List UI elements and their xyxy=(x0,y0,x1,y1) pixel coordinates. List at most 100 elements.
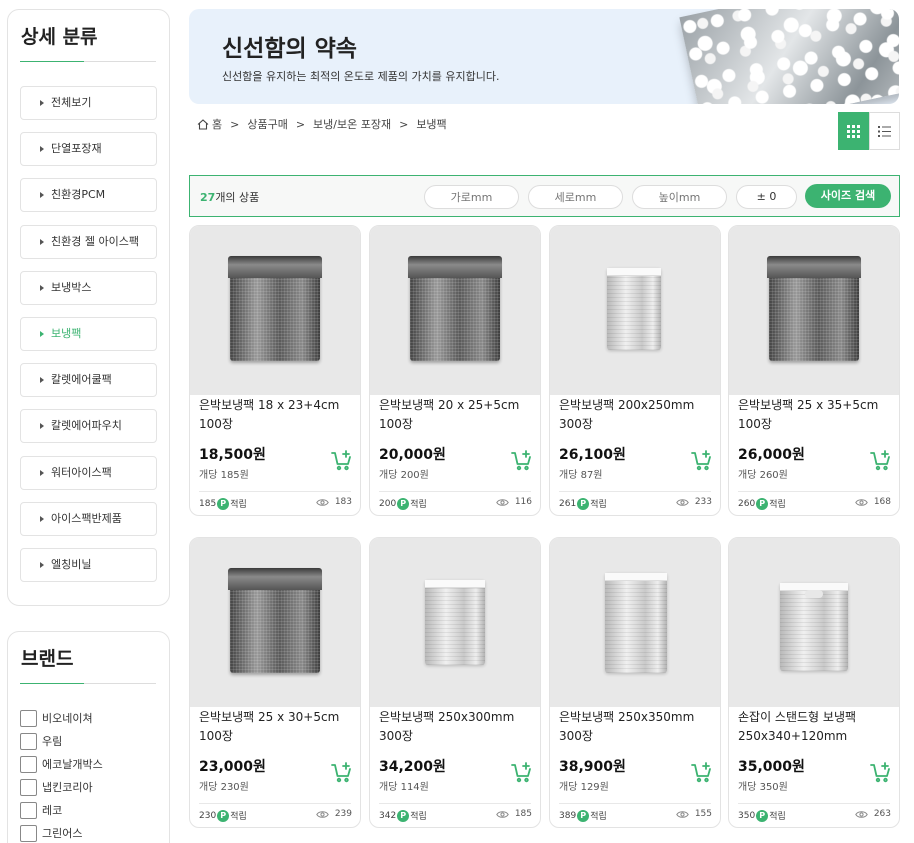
product-image[interactable] xyxy=(550,538,720,707)
brand-option[interactable]: 레코 xyxy=(20,800,62,820)
view-count: 116 xyxy=(496,497,532,507)
product-image[interactable] xyxy=(550,226,720,395)
points-badge-icon: P xyxy=(217,809,230,822)
product-listing-page: 상세 분류 전체보기 단열포장재 친환경PCM 친환경 젤 아이스팩 보냉박스 보냉팩 칼렛… xyxy=(0,0,914,843)
points-label: 적립 xyxy=(230,812,247,822)
product-image[interactable] xyxy=(190,538,360,707)
product-name[interactable]: 은박보냉팩 20 x 25+5cm 100장 xyxy=(379,396,535,434)
category-item[interactable]: 보냉팩 xyxy=(20,317,157,351)
brand-option[interactable]: 비오네이쳐 xyxy=(20,708,93,728)
product-name[interactable]: 은박보냉팩 250x300mm 300장 xyxy=(379,708,535,746)
brand-checkbox[interactable] xyxy=(20,801,37,819)
product-name[interactable]: 은박보냉팩 25 x 30+5cm 100장 xyxy=(199,708,355,746)
unit-price: 개당 114원 xyxy=(379,782,429,793)
brand-divider xyxy=(20,683,156,684)
brand-checkbox[interactable] xyxy=(20,732,37,750)
category-item[interactable]: 엘칭비닐 xyxy=(20,548,157,582)
product-card[interactable]: 은박보냉팩 18 x 23+4cm 100장 18,500원 개당 185원 185 P… xyxy=(189,225,361,516)
category-item[interactable]: 전체보기 xyxy=(20,86,157,120)
product-price: 18,500원 xyxy=(199,447,266,463)
breadcrumb-item[interactable]: 보냉팩 xyxy=(416,116,446,132)
brand-label: 레코 xyxy=(42,804,63,817)
product-price: 38,900원 xyxy=(559,759,626,775)
brand-checkbox[interactable] xyxy=(20,755,37,773)
tolerance-select[interactable]: ± 0 xyxy=(736,185,797,209)
height-input[interactable] xyxy=(632,185,727,209)
brand-option[interactable]: 우림 xyxy=(20,731,62,751)
product-card[interactable]: 은박보냉팩 25 x 35+5cm 100장 26,000원 개당 260원 260 P… xyxy=(728,225,900,516)
points-value: 185 xyxy=(199,498,217,509)
home-icon xyxy=(197,118,209,130)
brand-option[interactable]: 그린어스 xyxy=(20,823,82,843)
cart-plus-icon[interactable] xyxy=(691,762,713,784)
brand-option[interactable]: 냅킨코리아 xyxy=(20,777,93,797)
category-item[interactable]: 아이스팩반제품 xyxy=(20,501,157,536)
breadcrumb-home[interactable]: 홈 xyxy=(197,116,222,132)
brand-option[interactable]: 에코날개박스 xyxy=(20,754,103,774)
category-item[interactable]: 워터아이스팩 xyxy=(20,455,157,490)
product-image[interactable] xyxy=(729,538,899,707)
product-image[interactable] xyxy=(370,226,540,395)
breadcrumb-item: 홈 xyxy=(212,118,223,131)
category-item[interactable]: 보냉박스 xyxy=(20,270,157,305)
eye-icon xyxy=(676,810,689,818)
points-info: 185 P 적립 xyxy=(199,497,247,510)
cart-plus-icon[interactable] xyxy=(331,450,353,472)
product-name[interactable]: 은박보냉팩 18 x 23+4cm 100장 xyxy=(199,396,355,434)
cart-plus-icon[interactable] xyxy=(691,450,713,472)
unit-price: 개당 87원 xyxy=(559,470,603,481)
product-card[interactable]: 은박보냉팩 250x300mm 300장 34,200원 개당 114원 342 P 적립… xyxy=(369,537,541,828)
cart-plus-icon[interactable] xyxy=(511,450,533,472)
points-label: 적립 xyxy=(590,500,607,510)
category-item[interactable]: 친환경 젤 아이스팩 xyxy=(20,224,157,259)
product-name[interactable]: 은박보냉팩 250x350mm 300장 xyxy=(559,708,715,746)
breadcrumb-item[interactable]: 상품구매 xyxy=(247,116,287,132)
category-item[interactable]: 친환경PCM xyxy=(20,178,157,213)
view-count-value: 183 xyxy=(334,497,352,507)
category-item[interactable]: 단열포장재 xyxy=(20,132,157,167)
product-card[interactable]: 손잡이 스탠드형 보냉팩 250x340+120mm 35,000원 개당 350원… xyxy=(728,537,900,828)
eye-icon xyxy=(316,810,329,818)
cart-plus-icon[interactable] xyxy=(870,762,892,784)
eye-icon xyxy=(855,810,868,818)
list-view-button[interactable] xyxy=(869,112,900,150)
view-count-value: 168 xyxy=(873,497,891,507)
size-filter-bar: 27개의 상품 ± 0 사이즈 검색 xyxy=(189,175,900,217)
points-badge-icon: P xyxy=(577,809,590,822)
product-card[interactable]: 은박보냉팩 20 x 25+5cm 100장 20,000원 개당 200원 200 P… xyxy=(369,225,541,516)
length-input[interactable] xyxy=(528,185,623,209)
view-count: 155 xyxy=(676,809,712,819)
brand-checkbox[interactable] xyxy=(20,709,37,727)
brand-checkbox[interactable] xyxy=(20,824,37,842)
card-divider xyxy=(738,803,890,804)
size-search-button[interactable]: 사이즈 검색 xyxy=(805,184,891,208)
eye-icon xyxy=(316,498,329,506)
brand-checkbox[interactable] xyxy=(20,778,37,796)
product-name[interactable]: 은박보냉팩 200x250mm 300장 xyxy=(559,396,715,434)
product-name[interactable]: 은박보냉팩 25 x 35+5cm 100장 xyxy=(738,396,894,434)
width-input[interactable] xyxy=(424,185,519,209)
cart-plus-icon[interactable] xyxy=(511,762,533,784)
category-item[interactable]: 칼렛에어쿨팩 xyxy=(20,363,157,398)
view-count-value: 185 xyxy=(514,809,532,819)
product-image[interactable] xyxy=(370,538,540,707)
product-image[interactable] xyxy=(190,226,360,395)
product-card[interactable]: 은박보냉팩 25 x 30+5cm 100장 23,000원 개당 230원 230 P… xyxy=(189,537,361,828)
product-card[interactable]: 은박보냉팩 250x350mm 300장 38,900원 개당 129원 389 P 적립… xyxy=(549,537,721,828)
card-divider xyxy=(559,491,711,492)
cart-plus-icon[interactable] xyxy=(331,762,353,784)
points-badge-icon: P xyxy=(217,497,230,510)
product-image[interactable] xyxy=(729,226,899,395)
brand-label: 그린어스 xyxy=(42,827,83,840)
banner-subtitle: 신선함을 유지하는 최적의 온도로 제품의 가치를 유지합니다. xyxy=(222,70,500,83)
category-item[interactable]: 칼렛에어파우치 xyxy=(20,409,157,444)
cart-plus-icon[interactable] xyxy=(870,450,892,472)
view-count-value: 155 xyxy=(694,809,712,819)
points-value: 389 xyxy=(559,810,577,821)
product-name[interactable]: 손잡이 스탠드형 보냉팩 250x340+120mm xyxy=(738,708,894,746)
breadcrumb-item[interactable]: 보냉/보온 포장재 xyxy=(313,116,391,132)
view-count-value: 239 xyxy=(334,809,352,819)
product-card[interactable]: 은박보냉팩 200x250mm 300장 26,100원 개당 87원 261 P 적립 2… xyxy=(549,225,721,516)
grid-view-button[interactable] xyxy=(838,112,869,150)
unit-price: 개당 350원 xyxy=(738,782,788,793)
